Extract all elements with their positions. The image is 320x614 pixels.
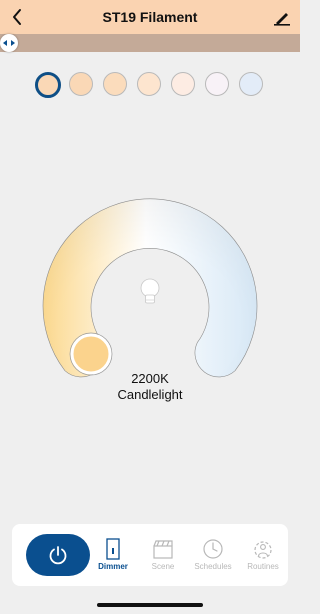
app-header: ST19 Filament [0, 0, 300, 34]
clock-icon [203, 539, 223, 559]
tab-scene[interactable]: Scene [140, 538, 186, 584]
temperature-mode: Candlelight [117, 387, 183, 402]
page-title: ST19 Filament [102, 9, 198, 25]
color-swatch[interactable] [239, 72, 263, 96]
lightbulb-icon [140, 278, 160, 304]
dimmer-icon [106, 538, 120, 560]
home-indicator [97, 603, 203, 607]
color-swatch[interactable] [171, 72, 195, 96]
tab-schedules[interactable]: Schedules [190, 538, 236, 584]
tab-label: Routines [247, 562, 279, 571]
color-swatch[interactable] [69, 72, 93, 96]
power-button[interactable] [26, 534, 90, 576]
edit-icon[interactable] [272, 7, 292, 27]
power-icon [49, 546, 67, 565]
tab-label: Schedules [194, 562, 232, 571]
temperature-readout: 2200K Candlelight [0, 371, 300, 403]
slider-handle[interactable] [0, 34, 18, 52]
color-swatch[interactable] [103, 72, 127, 96]
color-swatch[interactable] [137, 72, 161, 96]
tab-label: Dimmer [98, 562, 128, 571]
color-swatch[interactable] [35, 72, 61, 98]
tab-dimmer[interactable]: Dimmer [90, 538, 136, 584]
color-swatch[interactable] [205, 72, 229, 96]
temperature-value: 2200K [131, 371, 169, 386]
color-temperature-dial[interactable] [0, 170, 300, 390]
brightness-slider[interactable] [0, 34, 300, 52]
routines-icon [254, 541, 272, 559]
tab-label: Scene [151, 562, 175, 571]
color-swatches [35, 72, 265, 98]
drag-arrows-icon [3, 40, 15, 46]
scene-icon [153, 540, 173, 559]
dial-knob[interactable] [70, 333, 112, 375]
bottom-control-panel: Dimmer Scene Schedules Routines [12, 524, 288, 586]
tab-routines[interactable]: Routines [240, 538, 286, 584]
back-arrow-icon[interactable] [8, 7, 28, 27]
